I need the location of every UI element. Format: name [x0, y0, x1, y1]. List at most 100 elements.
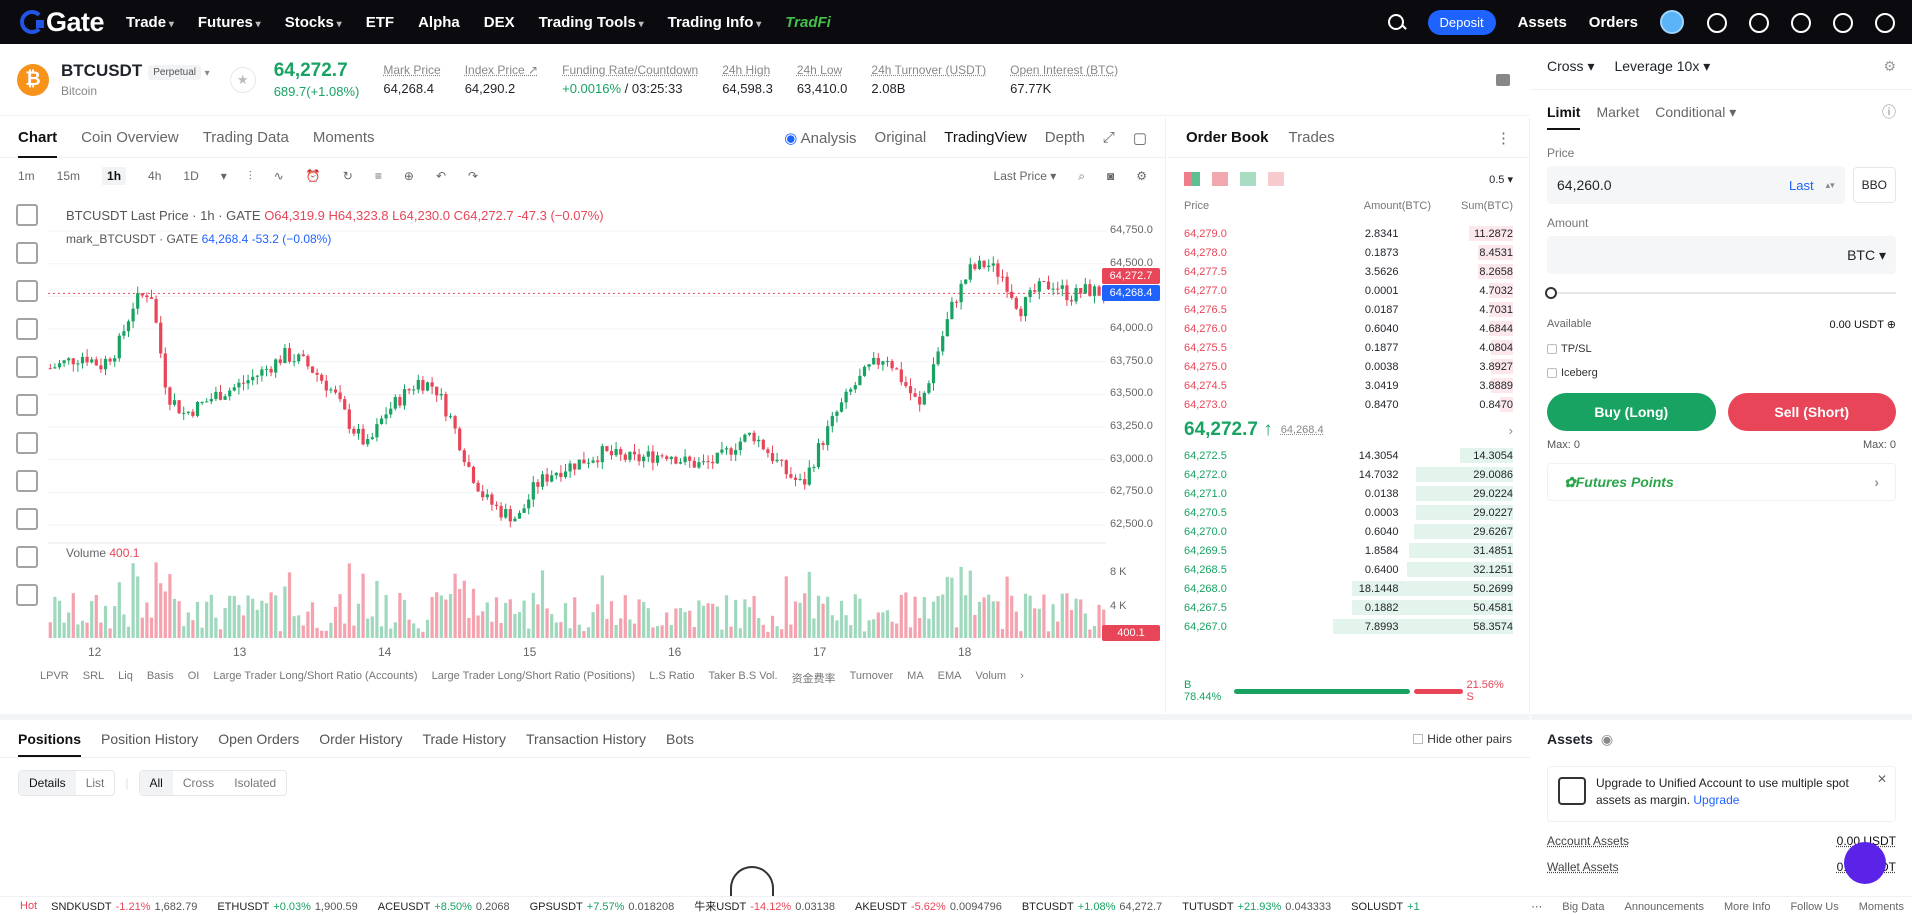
redo-icon[interactable]: ↷ — [468, 169, 478, 183]
tab-bots[interactable]: Bots — [666, 731, 694, 747]
bid-row[interactable]: 64,268.0 18.1448 50.2699 — [1168, 579, 1529, 598]
tab-order-book[interactable]: Order Book — [1186, 129, 1269, 146]
ask-row[interactable]: 64,277.5 3.5626 8.2658 — [1168, 262, 1529, 281]
upgrade-link[interactable]: Upgrade — [1693, 793, 1739, 807]
bid-row[interactable]: 64,272.5 14.3054 14.3054 — [1168, 446, 1529, 465]
futures-points-banner[interactable]: ✿ Futures Points › — [1547, 463, 1896, 501]
calculator-icon[interactable]: ⚙ — [1883, 58, 1896, 75]
amount-slider[interactable] — [1545, 287, 1896, 299]
expand-icon[interactable]: ⤢ — [1103, 129, 1115, 146]
text-icon[interactable] — [16, 432, 38, 454]
tf-1h[interactable]: 1h — [102, 167, 127, 185]
tab-trade-history[interactable]: Trade History — [422, 731, 506, 747]
precision-select[interactable]: 0.5 ▾ — [1489, 173, 1513, 186]
tf-more-chevron-icon[interactable]: ▾ — [221, 169, 227, 183]
emoji-icon[interactable] — [16, 470, 38, 492]
view-bids-icon[interactable] — [1240, 172, 1256, 186]
last-price-select[interactable]: Last Price ▾ — [994, 169, 1057, 183]
tab-transaction-history[interactable]: Transaction History — [526, 731, 646, 747]
gate-logo[interactable]: Gate — [20, 7, 105, 38]
stat-label[interactable]: Mark Price — [383, 63, 440, 77]
brush-icon[interactable] — [16, 394, 38, 416]
zoom-icon[interactable] — [16, 546, 38, 568]
moon-icon[interactable] — [1832, 12, 1853, 33]
footer-link-more-info[interactable]: More Info — [1724, 901, 1770, 913]
globe-icon[interactable] — [1790, 12, 1811, 33]
iceberg-checkbox[interactable]: Iceberg — [1531, 367, 1912, 379]
ask-row[interactable]: 64,279.0 2.8341 11.2872 — [1168, 224, 1529, 243]
ask-row[interactable]: 64,274.5 3.0419 3.8889 — [1168, 376, 1529, 395]
chevron-right-icon[interactable]: › — [1509, 423, 1513, 438]
indicator-item[interactable]: L.S Ratio — [649, 670, 694, 686]
nav-etf[interactable]: ETF — [366, 14, 394, 31]
pattern-icon[interactable] — [16, 318, 38, 340]
view-both-icon[interactable] — [1184, 172, 1200, 186]
tradingview-view[interactable]: TradingView — [944, 129, 1027, 146]
indicators-icon[interactable]: ∿ — [274, 169, 284, 183]
candle-type-icon[interactable]: ⫶ — [249, 169, 252, 184]
footer-link-moments[interactable]: Moments — [1859, 901, 1904, 913]
original-view[interactable]: Original — [875, 129, 927, 146]
footer-ticker-item[interactable]: 牛来USDT -14.12% 0.03138 — [694, 901, 835, 913]
tf-1m[interactable]: 1m — [18, 169, 35, 183]
tab-market[interactable]: Market — [1596, 104, 1639, 120]
favorite-star-icon[interactable]: ★ — [229, 66, 256, 93]
nav-alpha[interactable]: Alpha — [418, 14, 460, 31]
nav-trade[interactable]: Trade — [126, 14, 174, 31]
prediction-icon[interactable] — [16, 356, 38, 378]
bid-row[interactable]: 64,270.0 0.6040 29.6267 — [1168, 522, 1529, 541]
indicator-item[interactable]: Taker B.S Vol. — [708, 670, 777, 686]
footer-ticker-item[interactable]: TUTUSDT +21.93% 0.043333 — [1182, 901, 1331, 913]
ask-row[interactable]: 64,277.0 0.0001 4.7032 — [1168, 281, 1529, 300]
indicator-item[interactable]: Volum — [976, 670, 1007, 686]
leverage-select[interactable]: Leverage 10x ▾ — [1614, 58, 1710, 75]
fib-icon[interactable] — [16, 280, 38, 302]
fullscreen-icon[interactable]: ▢ — [1133, 129, 1147, 147]
chevron-right-icon[interactable]: › — [1020, 670, 1024, 686]
footer-ticker-item[interactable]: AKEUSDT -5.62% 0.0094796 — [855, 901, 1002, 913]
tab-positions[interactable]: Positions — [18, 731, 82, 757]
download-icon[interactable] — [1706, 12, 1727, 33]
symbol-selector[interactable]: BTCUSDT Perpetual ▾ Bitcoin — [61, 61, 210, 98]
filter-isolated[interactable]: Isolated — [224, 771, 286, 795]
amount-input[interactable]: BTC ▾ — [1547, 236, 1896, 274]
crosshair-icon[interactable] — [16, 204, 38, 226]
camera-icon[interactable]: ◙ — [1107, 169, 1114, 183]
bid-row[interactable]: 64,268.5 0.6400 32.1251 — [1168, 560, 1529, 579]
footer-link-big-data[interactable]: Big Data — [1562, 901, 1604, 913]
settings-icon[interactable] — [1874, 12, 1895, 33]
ask-row[interactable]: 64,275.0 0.0038 3.8927 — [1168, 357, 1529, 376]
footer-ticker-item[interactable]: ACEUSDT +8.50% 0.2068 — [378, 901, 510, 913]
alert-icon[interactable]: ⏰ — [306, 169, 321, 183]
ask-row[interactable]: 64,276.0 0.6040 4.6844 — [1168, 319, 1529, 338]
close-icon[interactable]: ✕ — [1877, 771, 1887, 788]
tf-4h[interactable]: 4h — [148, 169, 161, 183]
bid-row[interactable]: 64,267.5 0.1882 50.4581 — [1168, 598, 1529, 617]
undo-icon[interactable]: ↶ — [436, 169, 446, 183]
tf-15m[interactable]: 15m — [57, 169, 80, 183]
tab-chart[interactable]: Chart — [18, 129, 58, 158]
stat-label[interactable]: Open Interest (BTC) — [1010, 63, 1118, 77]
add-icon[interactable]: ⊕ — [404, 169, 414, 183]
footer-ticker-item[interactable]: SOLUSDT +1 — [1351, 901, 1424, 913]
chatbot-icon[interactable] — [1844, 842, 1886, 884]
bid-row[interactable]: 64,272.0 14.7032 29.0086 — [1168, 465, 1529, 484]
more-icon[interactable]: ⋮ — [1496, 129, 1511, 147]
tab-moments[interactable]: Moments — [313, 129, 375, 146]
bid-row[interactable]: 64,271.0 0.0138 29.0224 — [1168, 484, 1529, 503]
bell-icon[interactable] — [1748, 12, 1769, 33]
avatar[interactable] — [1660, 10, 1684, 34]
indicator-item[interactable]: EMA — [938, 670, 962, 686]
list-button[interactable]: List — [76, 771, 115, 795]
footer-ticker-item[interactable]: GPSUSDT +7.57% 0.018208 — [530, 901, 675, 913]
magnet-icon[interactable] — [16, 584, 38, 606]
bbo-button[interactable]: BBO — [1852, 167, 1896, 203]
nav-assets[interactable]: Assets — [1518, 14, 1567, 31]
template-icon[interactable]: ≡ — [375, 169, 382, 183]
trend-line-icon[interactable] — [16, 242, 38, 264]
transfer-icon[interactable]: ⊕ — [1887, 319, 1896, 331]
bid-row[interactable]: 64,270.5 0.0003 29.0227 — [1168, 503, 1529, 522]
ask-row[interactable]: 64,275.5 0.1877 4.0804 — [1168, 338, 1529, 357]
view-asks-icon[interactable] — [1212, 172, 1228, 186]
ruler-icon[interactable] — [16, 508, 38, 530]
